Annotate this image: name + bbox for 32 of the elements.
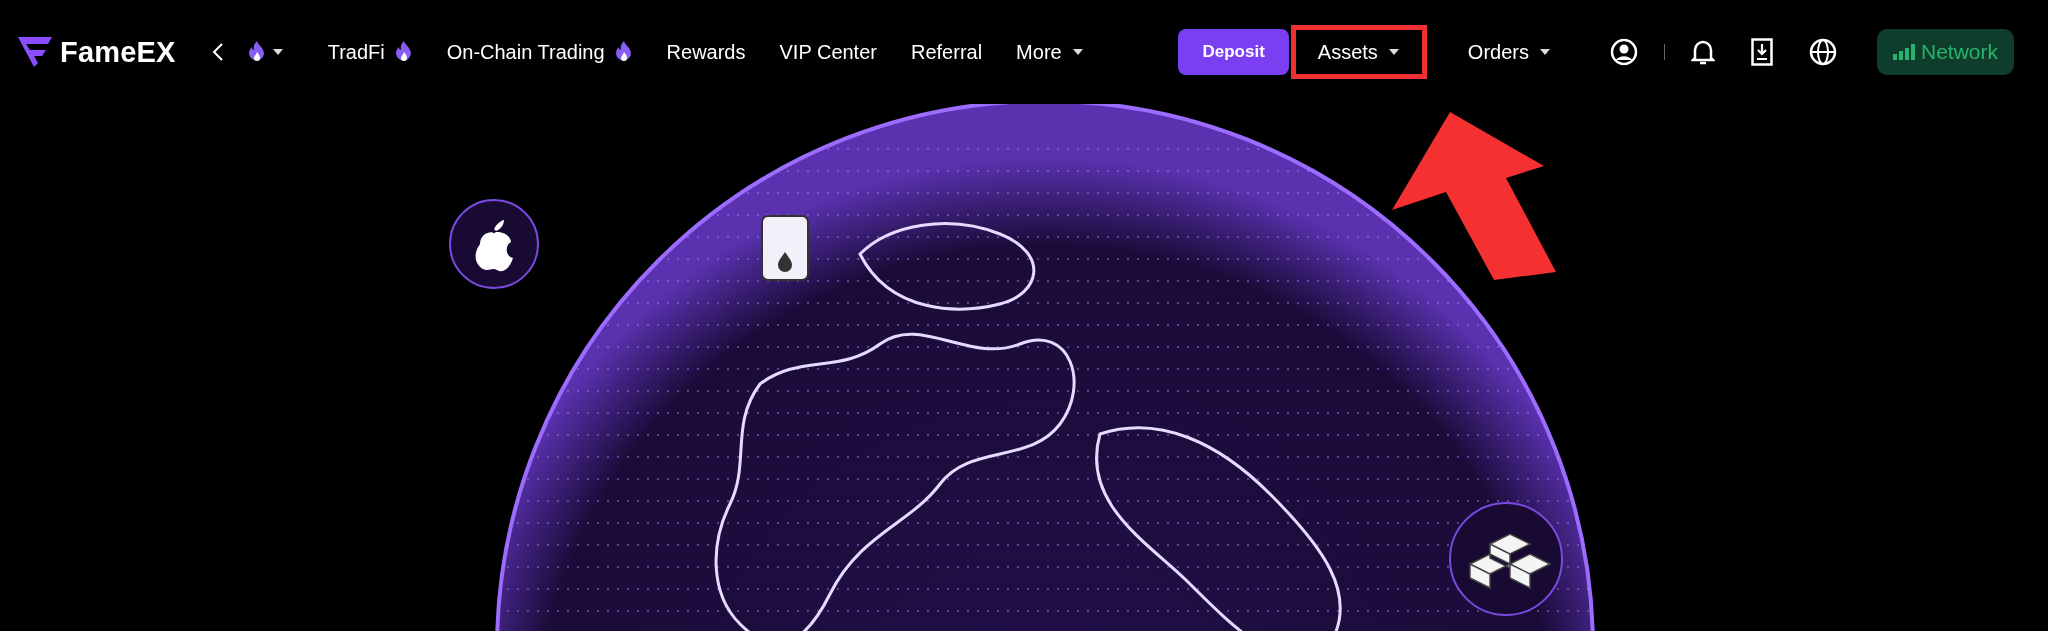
barrel-icon <box>761 215 809 281</box>
flame-icon <box>394 40 413 64</box>
apple-bubble-icon <box>449 199 539 289</box>
menu-dropdown[interactable]: Orders <box>1440 25 1578 79</box>
ingots-bubble-icon <box>1449 502 1563 616</box>
nav-link[interactable]: TradFi <box>327 32 413 72</box>
nav-link[interactable]: Referral <box>910 32 983 72</box>
caret-icon <box>1538 48 1551 56</box>
language-button[interactable] <box>1808 38 1837 66</box>
download-button[interactable] <box>1750 38 1773 66</box>
deposit-button[interactable]: Deposit <box>1178 29 1289 75</box>
notifications-button[interactable] <box>1690 38 1715 66</box>
nav-link[interactable]: Rewards <box>666 32 746 72</box>
user-icon <box>1609 38 1638 66</box>
account-button[interactable] <box>1609 38 1638 66</box>
logo-icon <box>18 37 52 67</box>
caret-icon <box>271 48 284 56</box>
download-icon <box>1750 38 1773 66</box>
network-button[interactable]: Network <box>1876 29 2014 75</box>
nav-link[interactable]: More <box>1016 32 1084 72</box>
chevron-left-icon <box>211 42 224 62</box>
caret-icon <box>1071 48 1084 56</box>
nav-link[interactable]: VIP Center <box>779 32 877 72</box>
globe-icon <box>1808 38 1837 66</box>
flame-icon <box>614 40 633 64</box>
caret-icon <box>1387 48 1400 56</box>
bell-icon <box>1690 38 1715 66</box>
menu-dropdown[interactable]: Assets <box>1290 25 1427 79</box>
brand-name: FameEX <box>60 35 176 69</box>
flame-icon <box>247 40 266 64</box>
signal-icon <box>1892 44 1915 60</box>
nav-link[interactable]: On-Chain Trading <box>446 32 633 72</box>
